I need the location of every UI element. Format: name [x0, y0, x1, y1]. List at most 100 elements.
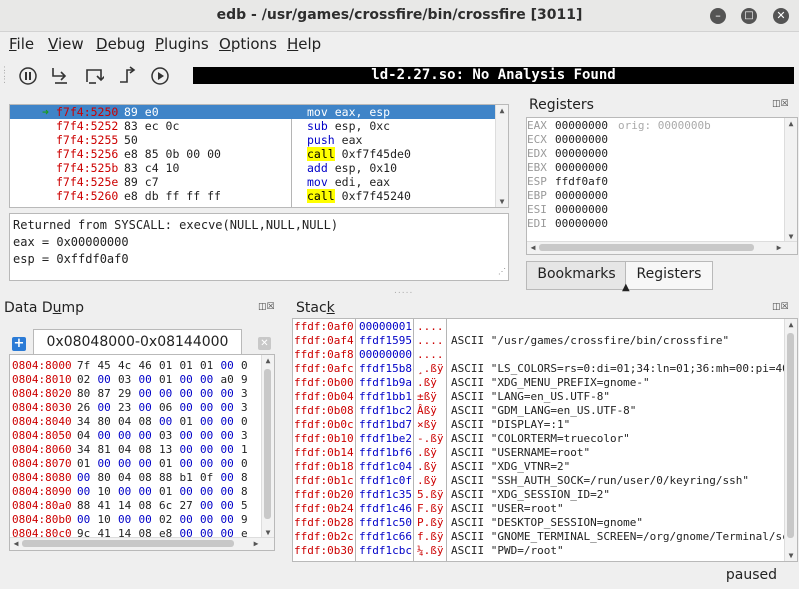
hex-byte[interactable]: 00: [180, 401, 193, 415]
scroll-left-icon[interactable]: ◀: [527, 243, 539, 252]
hex-byte[interactable]: 7f: [77, 359, 90, 373]
hex-dump-view[interactable]: 0804:8000 7f 45 4c 46 01 01 01 00 0 0804:8010 02 00 0…: [9, 354, 275, 551]
minimize-button[interactable]: –: [710, 8, 726, 24]
hex-byte[interactable]: 00: [221, 401, 234, 415]
hex-byte[interactable]: 00: [139, 387, 152, 401]
hex-byte[interactable]: 00: [180, 373, 193, 387]
menu-view[interactable]: View: [48, 35, 84, 53]
float-icon[interactable]: ◫: [258, 302, 267, 312]
hex-byte[interactable]: b1: [180, 471, 193, 485]
stack-row[interactable]: ffdf:0b28 ffdf1c50 P.ßÿ ASCII "DESKTOP_SESS…: [293, 516, 785, 530]
hex-byte[interactable]: 1: [241, 443, 248, 457]
disassembly-view[interactable]: ➜ f7f4:5250 89 e0 mov eax, esp f7f4:5252 83 e…: [9, 104, 509, 208]
hex-byte[interactable]: 88: [77, 499, 90, 513]
hex-byte[interactable]: 00: [221, 471, 234, 485]
maximize-button[interactable]: □: [741, 8, 757, 24]
stack-value[interactable]: ffdf1595: [359, 334, 412, 348]
hex-byte[interactable]: 14: [118, 499, 131, 513]
scroll-down-icon[interactable]: ▼: [785, 232, 797, 241]
hex-byte[interactable]: 00: [221, 415, 234, 429]
hex-byte[interactable]: 00: [77, 485, 90, 499]
hex-row[interactable]: 0804:8080 00 80 04 08 88 b1 0f 00 8: [10, 471, 262, 485]
hex-byte[interactable]: 00: [200, 443, 213, 457]
hex-byte[interactable]: 04: [118, 415, 131, 429]
hex-byte[interactable]: 08: [139, 415, 152, 429]
stack-value[interactable]: ffdf1be2: [359, 432, 412, 446]
stack-row[interactable]: ffdf:0b00 ffdf1b9a .ßÿ ASCII "XDG_MENU_PRE…: [293, 376, 785, 390]
hex-byte[interactable]: 00: [221, 499, 234, 513]
register-value[interactable]: 00000000: [555, 189, 608, 203]
scroll-up-icon[interactable]: ▲: [785, 320, 797, 329]
stack-value[interactable]: ffdf1c46: [359, 502, 412, 516]
float-icon[interactable]: ◫: [772, 302, 781, 312]
hex-byte[interactable]: 00: [77, 513, 90, 527]
hex-byte[interactable]: 34: [77, 443, 90, 457]
hex-row[interactable]: 0804:8050 04 00 00 00 03 00 00 00 3: [10, 429, 262, 443]
hex-byte[interactable]: 23: [118, 401, 131, 415]
hex-byte[interactable]: 00: [180, 485, 193, 499]
tab-bookmarks[interactable]: Bookmarks: [526, 261, 627, 290]
hex-byte[interactable]: 01: [77, 457, 90, 471]
menu-file[interactable]: File: [9, 35, 34, 53]
menu-plugins[interactable]: Plugins: [155, 35, 209, 53]
stack-row[interactable]: ffdf:0af8 00000000....: [293, 348, 785, 362]
hex-byte[interactable]: 08: [139, 471, 152, 485]
resize-grip-icon[interactable]: ⋰: [498, 263, 506, 280]
stack-value[interactable]: 00000001: [359, 320, 412, 334]
hex-byte[interactable]: 00: [180, 429, 193, 443]
hex-byte[interactable]: 01: [159, 485, 172, 499]
register-value[interactable]: ffdf0af0: [555, 175, 608, 189]
stack-row[interactable]: ffdf:0b2c ffdf1c66 f.ßÿ ASCII "GNOME_TERMIN…: [293, 530, 785, 544]
hex-byte[interactable]: 8: [241, 471, 248, 485]
hex-row[interactable]: 0804:80b0 00 10 00 00 02 00 00 00 9: [10, 513, 262, 527]
disasm-row[interactable]: ➜ f7f4:5250 89 e0 mov eax, esp: [10, 105, 497, 119]
stack-row[interactable]: ffdf:0b20 ffdf1c35 5.ßÿ ASCII "XDG_SESSION_…: [293, 488, 785, 502]
hex-byte[interactable]: 08: [139, 443, 152, 457]
hex-row[interactable]: 0804:8020 80 87 29 00 00 00 00 00 3: [10, 387, 262, 401]
scroll-right-icon[interactable]: ▶: [250, 539, 262, 548]
stack-row[interactable]: ffdf:0af4 ffdf1595.... ASCII "/usr/games/c…: [293, 334, 785, 348]
hex-byte[interactable]: 00: [200, 387, 213, 401]
hex-row[interactable]: 0804:8010 02 00 03 00 01 00 00 a0 9: [10, 373, 262, 387]
hex-byte[interactable]: 00: [200, 457, 213, 471]
stack-row[interactable]: ffdf:0af0 00000001....: [293, 320, 785, 334]
vscroll-thumb[interactable]: [264, 369, 271, 519]
hex-byte[interactable]: 00: [200, 415, 213, 429]
hex-byte[interactable]: 01: [159, 457, 172, 471]
hex-byte[interactable]: 34: [77, 415, 90, 429]
registers-dock-buttons[interactable]: ◫☒: [772, 99, 789, 109]
hex-byte[interactable]: 13: [159, 443, 172, 457]
hex-byte[interactable]: 00: [139, 513, 152, 527]
add-tab-icon[interactable]: +: [12, 337, 26, 351]
register-value[interactable]: 00000000: [555, 161, 608, 175]
stack-value[interactable]: ffdf1c50: [359, 516, 412, 530]
hex-byte[interactable]: 0: [241, 415, 248, 429]
hex-byte[interactable]: 80: [98, 415, 111, 429]
hex-byte[interactable]: 04: [118, 471, 131, 485]
hex-row[interactable]: 0804:8030 26 00 23 00 06 00 00 00 3: [10, 401, 262, 415]
hex-byte[interactable]: 00: [139, 373, 152, 387]
hex-byte[interactable]: 00: [180, 387, 193, 401]
hex-row[interactable]: 0804:8090 00 10 00 00 01 00 00 00 8: [10, 485, 262, 499]
hex-row[interactable]: 0804:8000 7f 45 4c 46 01 01 01 00 0: [10, 359, 262, 373]
disasm-row[interactable]: f7f4:525e 89 c7 mov edi, eax: [10, 175, 497, 189]
tab-registers[interactable]: Registers: [625, 261, 713, 290]
hex-byte[interactable]: 0: [241, 457, 248, 471]
stack-value[interactable]: ffdf15b8: [359, 362, 412, 376]
hex-byte[interactable]: 00: [180, 513, 193, 527]
hex-byte[interactable]: 3: [241, 401, 248, 415]
hex-byte[interactable]: 08: [139, 499, 152, 513]
hex-byte[interactable]: 00: [200, 485, 213, 499]
stack-value[interactable]: ffdf1c35: [359, 488, 412, 502]
hex-row[interactable]: 0804:8070 01 00 00 00 01 00 00 00 0: [10, 457, 262, 471]
hex-byte[interactable]: 3: [241, 429, 248, 443]
close-button[interactable]: ✕: [773, 8, 789, 24]
register-value[interactable]: 00000000: [555, 217, 608, 231]
hex-byte[interactable]: 00: [221, 387, 234, 401]
pause-icon[interactable]: [18, 66, 38, 86]
hex-byte[interactable]: 00: [221, 429, 234, 443]
hex-byte[interactable]: 3: [241, 387, 248, 401]
hex-byte[interactable]: 4c: [118, 359, 131, 373]
hex-byte[interactable]: 46: [139, 359, 152, 373]
stack-row[interactable]: ffdf:0b30 ffdf1cbc ¼.ßÿ ASCII "PWD=/root": [293, 544, 785, 558]
